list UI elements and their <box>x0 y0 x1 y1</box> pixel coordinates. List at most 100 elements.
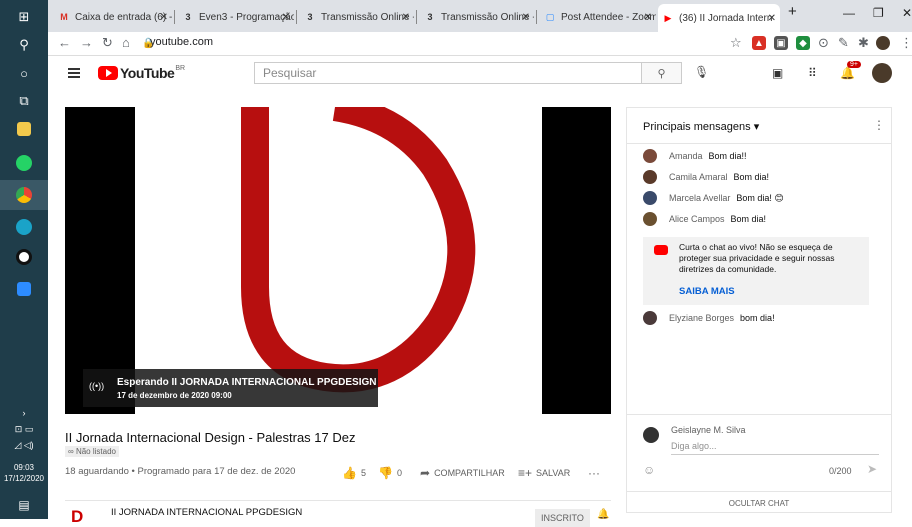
task-view-icon[interactable]: ⧉ <box>0 86 48 116</box>
chat-avatar <box>643 170 657 184</box>
pdf-extension-icon[interactable]: ▲ <box>752 36 766 50</box>
channel-avatar[interactable]: D <box>71 507 85 526</box>
more-vertical-icon[interactable]: ⋮ <box>873 118 885 132</box>
share-button[interactable]: ➦ COMPARTILHAR <box>420 466 505 480</box>
chat-author[interactable]: Marcela Avellar <box>669 193 730 203</box>
chat-avatar <box>643 149 657 163</box>
search-input[interactable]: Pesquisar <box>254 62 642 84</box>
tab-transmissao-1[interactable]: 3 Transmissão Online - ✕ <box>300 6 414 28</box>
tab-zoom[interactable]: ▢ Post Attendee - Zoom ✕ <box>540 6 656 28</box>
star-icon[interactable]: ☆ <box>730 35 742 51</box>
live-broadcast-icon: ((•)) <box>89 381 105 391</box>
cortana-icon[interactable]: ○ <box>0 58 48 88</box>
hide-chat-button[interactable]: OCULTAR CHAT <box>627 491 891 515</box>
chevron-up-icon[interactable]: › <box>0 408 48 418</box>
live-title: Esperando II JORNADA INTERNACIONAL PPGDE… <box>117 377 377 388</box>
chat-author[interactable]: Elyziane Borges <box>669 313 734 323</box>
whatsapp-icon[interactable] <box>0 148 48 178</box>
restore-button[interactable]: ❐ <box>873 6 884 20</box>
close-icon[interactable]: ✕ <box>644 12 652 23</box>
notification-badge: 9+ <box>847 61 861 68</box>
puzzle-icon[interactable]: ✱ <box>858 35 869 51</box>
start-icon[interactable]: ⊞ <box>0 2 48 32</box>
minimize-button[interactable]: — <box>843 6 855 20</box>
chat-author[interactable]: Amanda <box>669 151 703 161</box>
chat-message: Camila Amaral Bom dia! <box>643 169 769 185</box>
tab-even3-programacao[interactable]: 3 Even3 - Programação ✕ <box>178 6 294 28</box>
volume-icon[interactable]: ◿ ◁) <box>0 440 48 451</box>
chat-author[interactable]: Camila Amaral <box>669 172 728 182</box>
close-window-button[interactable]: ✕ <box>902 6 912 20</box>
edge-icon[interactable] <box>0 212 48 242</box>
extension-icon[interactable]: ◆ <box>796 36 810 50</box>
extension-icon[interactable]: ⊙ <box>818 35 829 51</box>
dislike-count: 0 <box>396 468 402 478</box>
chat-message: Alice Campos Bom dia! <box>643 211 766 227</box>
chat-avatar <box>643 212 657 226</box>
close-icon[interactable]: ✕ <box>160 12 168 23</box>
network-icon[interactable]: ⊡ ▭ <box>0 424 48 435</box>
video-player[interactable]: ((•)) Esperando II JORNADA INTERNACIONAL… <box>65 107 611 414</box>
close-icon[interactable]: ✕ <box>282 12 290 23</box>
chat-mode-dropdown[interactable]: Principais mensagens ▾ <box>643 120 759 133</box>
zoom-icon[interactable] <box>0 274 48 304</box>
profile-icon[interactable] <box>876 36 890 50</box>
subscribed-button[interactable]: INSCRITO <box>535 509 590 527</box>
search-button[interactable]: ⚲ <box>642 62 682 84</box>
chat-author[interactable]: Alice Campos <box>669 214 725 224</box>
app-icon[interactable] <box>0 242 48 272</box>
even3-icon: 3 <box>307 12 313 22</box>
dislike-button[interactable]: 👎 0 <box>378 466 402 480</box>
reload-icon[interactable]: ↻ <box>102 35 113 51</box>
more-horizontal-icon: ··· <box>588 466 600 480</box>
save-button[interactable]: ≡+ SALVAR <box>518 466 570 480</box>
like-count: 5 <box>360 468 366 478</box>
tab-gmail[interactable]: M Caixa de entrada (6) - ✕ <box>54 6 172 28</box>
clock[interactable]: 09:03 17/12/2020 <box>0 462 48 484</box>
youtube-logo[interactable]: YouTube BR <box>98 65 185 81</box>
learn-more-link[interactable]: SAIBA MAIS <box>679 286 735 297</box>
file-explorer-icon[interactable] <box>0 114 48 144</box>
more-menu-icon[interactable]: ⋮ <box>900 35 912 51</box>
chat-text: Bom dia! 😊 <box>736 192 784 203</box>
channel-name[interactable]: II JORNADA INTERNACIONAL PPGDESIGN <box>111 507 302 518</box>
link-icon: ∞ <box>68 447 76 456</box>
microphone-icon[interactable]: 🎙 <box>694 65 709 79</box>
new-tab-button[interactable]: + <box>788 3 797 20</box>
apps-grid-icon[interactable]: ⠿ <box>808 66 817 80</box>
tab-youtube[interactable]: ▶ (36) II Jornada Intern ✕ <box>658 4 780 32</box>
emoji-icon[interactable]: ☺ <box>643 463 655 477</box>
back-icon[interactable]: ← <box>58 35 71 50</box>
search-icon: ⚲ <box>657 67 666 80</box>
like-button[interactable]: 👍 5 <box>342 466 366 480</box>
create-video-icon[interactable]: ▣ <box>772 66 783 80</box>
home-icon[interactable]: ⌂ <box>122 35 130 50</box>
unlisted-label: Não listado <box>75 447 116 456</box>
tab-label: Transmissão Online - <box>441 11 534 23</box>
chat-avatar <box>643 311 657 325</box>
bell-icon[interactable]: 🔔 <box>597 509 609 520</box>
close-icon[interactable]: ✕ <box>402 12 410 23</box>
search-icon[interactable]: ⚲ <box>0 30 48 60</box>
bell-icon[interactable]: 🔔 <box>840 66 855 80</box>
hamburger-menu-icon[interactable] <box>68 68 80 78</box>
forward-icon[interactable]: → <box>80 35 93 50</box>
tab-transmissao-2[interactable]: 3 Transmissão Online - ✕ <box>420 6 534 28</box>
tab-label: (36) II Jornada Intern <box>679 12 773 24</box>
more-actions-button[interactable]: ··· <box>588 466 604 480</box>
avatar[interactable] <box>872 63 892 83</box>
chrome-icon[interactable] <box>0 180 48 210</box>
close-icon[interactable]: ✕ <box>768 13 776 24</box>
browser-window: M Caixa de entrada (6) - ✕ 3 Even3 - Pro… <box>48 0 912 527</box>
chat-text: Bom dia!! <box>708 151 747 161</box>
chat-text: bom dia! <box>740 313 775 323</box>
send-icon[interactable]: ➤ <box>867 462 877 476</box>
chat-input[interactable]: Diga algo... <box>671 439 879 455</box>
close-icon[interactable]: ✕ <box>522 12 530 23</box>
extension-icon[interactable]: ✎ <box>838 35 849 51</box>
extension-icon[interactable]: ▣ <box>774 36 788 50</box>
tab-label: Transmissão Online - <box>321 11 414 23</box>
notification-center-icon[interactable]: ▤ <box>0 498 48 512</box>
url-field[interactable]: youtube.com <box>150 36 213 48</box>
chat-header: Principais mensagens ▾ ⋮ <box>627 108 891 144</box>
